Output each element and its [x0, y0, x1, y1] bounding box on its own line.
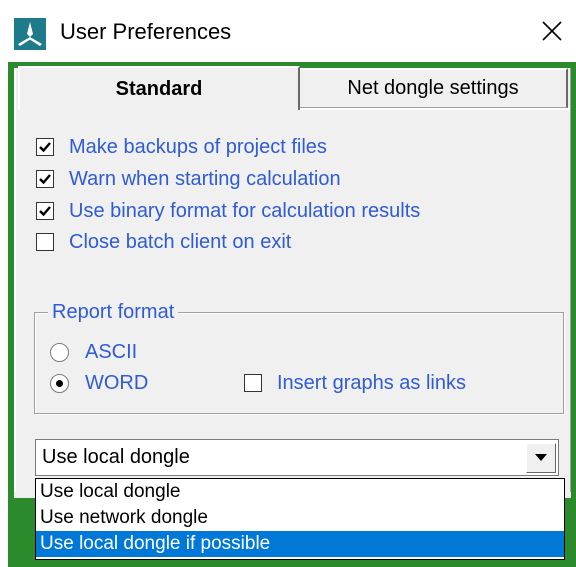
close-icon	[542, 21, 562, 41]
word-radio[interactable]	[50, 373, 69, 393]
warn-calculation-checkbox[interactable]	[36, 170, 54, 188]
tab-standard[interactable]: Standard	[18, 66, 300, 110]
dongle-dropdown-list: Use local dongle Use network dongle Use …	[35, 478, 565, 560]
option-close-batch-client[interactable]: Close batch client on exit	[36, 229, 291, 255]
window-title: User Preferences	[60, 19, 232, 44]
binary-format-checkbox[interactable]	[36, 202, 54, 220]
close-batch-client-label: Close batch client on exit	[69, 230, 292, 253]
app-logo-icon	[14, 18, 46, 50]
dropdown-option-local-dongle[interactable]: Use local dongle	[36, 479, 564, 505]
checkmark-icon	[39, 174, 51, 185]
radio-word-option[interactable]: WORD	[50, 370, 148, 396]
dropdown-button[interactable]	[526, 442, 556, 473]
checkmark-icon	[39, 142, 51, 153]
radio-ascii-option[interactable]: ASCII	[50, 339, 137, 365]
ascii-radio[interactable]	[50, 342, 69, 362]
tab-net-dongle-settings[interactable]: Net dongle settings	[300, 68, 568, 108]
make-backups-label: Make backups of project files	[69, 135, 327, 158]
make-backups-checkbox[interactable]	[36, 138, 54, 156]
report-format-legend: Report format	[48, 300, 179, 324]
close-button[interactable]	[536, 14, 568, 48]
checkmark-icon	[39, 206, 51, 217]
warn-calculation-label: Warn when starting calculation	[69, 167, 341, 190]
binary-format-label: Use binary format for calculation result…	[69, 199, 421, 222]
dropdown-option-local-if-possible[interactable]: Use local dongle if possible	[36, 531, 564, 557]
dropdown-option-network-dongle[interactable]: Use network dongle	[36, 505, 564, 531]
tab-divider	[300, 108, 570, 110]
radio-selected-dot	[56, 379, 63, 387]
option-warn-calculation[interactable]: Warn when starting calculation	[36, 166, 341, 192]
option-insert-graphs[interactable]: Insert graphs as links	[244, 370, 466, 396]
insert-graphs-label: Insert graphs as links	[277, 371, 466, 394]
word-label: WORD	[85, 371, 149, 394]
dongle-select[interactable]: Use local dongle	[35, 439, 559, 476]
close-batch-client-checkbox[interactable]	[36, 233, 54, 251]
option-make-backups[interactable]: Make backups of project files	[36, 134, 327, 160]
dongle-select-value: Use local dongle	[42, 446, 190, 468]
insert-graphs-checkbox[interactable]	[244, 374, 262, 392]
title-bar: User Preferences	[0, 0, 576, 62]
tab-panel-standard	[14, 68, 571, 492]
ascii-label: ASCII	[85, 340, 138, 363]
chevron-down-icon	[535, 453, 547, 461]
option-binary-format[interactable]: Use binary format for calculation result…	[36, 198, 420, 224]
